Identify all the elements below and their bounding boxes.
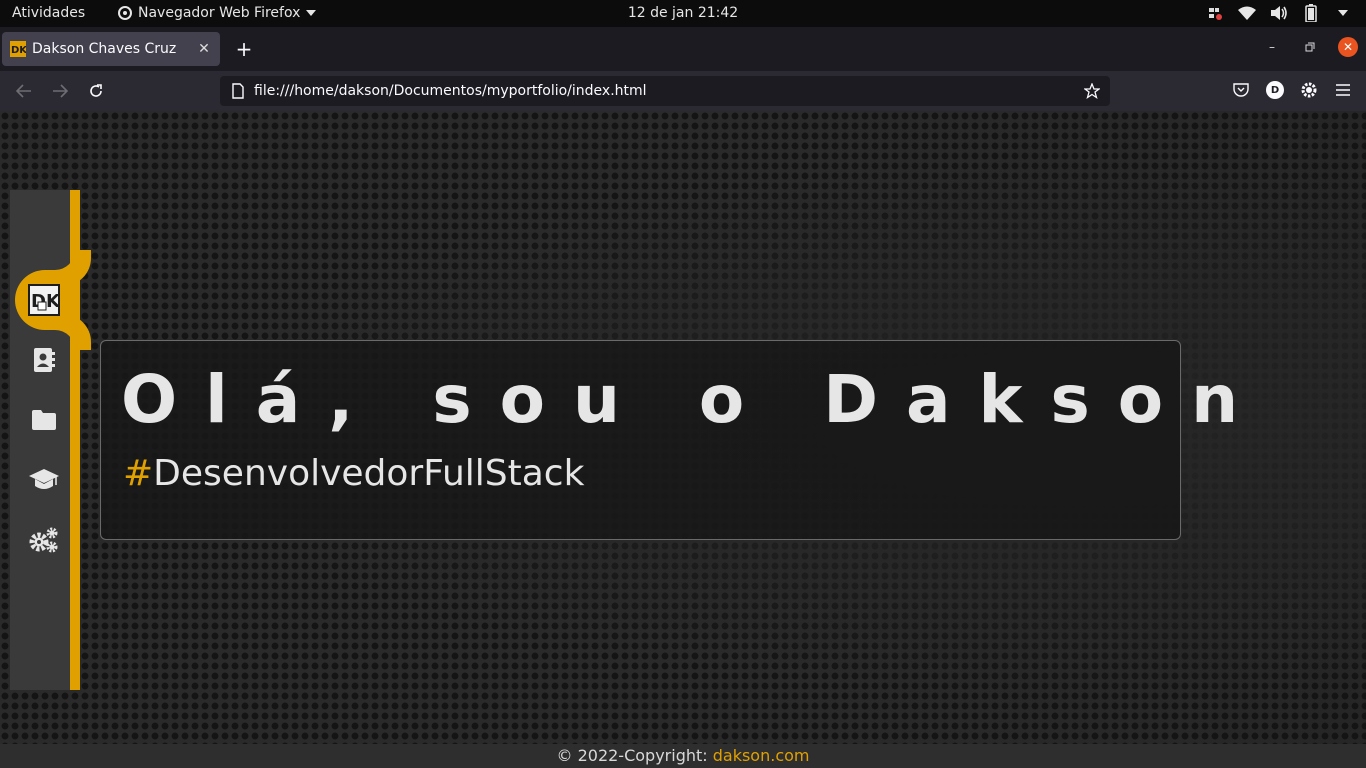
close-window-button[interactable]: ✕ (1338, 37, 1358, 57)
hero-hash: # (123, 453, 154, 494)
sidebar-accent-rail (70, 190, 80, 690)
page-footer: © 2022-Copyright: dakson.com (0, 744, 1366, 768)
app-menu-label: Navegador Web Firefox (138, 5, 301, 21)
volume-icon[interactable] (1270, 4, 1288, 22)
gears-icon (29, 527, 58, 553)
svg-text:DK: DK (11, 45, 26, 56)
sidebar-nav: DK (10, 190, 80, 690)
arrow-left-icon (16, 84, 31, 98)
dk-logo-icon: DK (28, 284, 60, 316)
toolbar-right: D (1232, 81, 1352, 99)
arrow-right-icon (53, 84, 68, 98)
hero-subtitle-text: DesenvolvedorFullStack (153, 453, 585, 494)
folder-icon (32, 410, 56, 430)
restore-icon (1305, 42, 1315, 52)
page-content: DK (0, 111, 1366, 744)
maximize-button[interactable] (1300, 37, 1320, 57)
forward-button[interactable] (50, 81, 70, 101)
sidebar-item-home[interactable]: DK (28, 284, 60, 316)
reload-button[interactable] (86, 81, 106, 101)
page-icon (232, 83, 244, 99)
firefox-icon (118, 6, 132, 20)
hero-title: Olá, sou o Dakson (121, 361, 1267, 438)
back-button[interactable] (14, 81, 34, 101)
hamburger-menu-icon[interactable] (1334, 81, 1352, 99)
new-tab-button[interactable]: + (234, 39, 254, 59)
url-text[interactable]: file:///home/dakson/Documentos/myportfol… (254, 83, 1084, 99)
sidebar-item-skills[interactable] (28, 524, 60, 556)
bookmark-star-icon[interactable] (1084, 83, 1100, 99)
graduation-cap-icon (29, 469, 59, 489)
contact-card-icon (34, 348, 55, 372)
wifi-icon[interactable] (1238, 4, 1256, 22)
dk-favicon-icon: DK (10, 41, 26, 57)
system-top-bar: Atividades Navegador Web Firefox 12 de j… (0, 0, 1366, 27)
url-bar[interactable]: file:///home/dakson/Documentos/myportfol… (220, 76, 1110, 106)
sidebar-item-contact[interactable] (28, 344, 60, 376)
close-icon[interactable]: ✕ (196, 41, 212, 57)
sidebar-item-projects[interactable] (28, 404, 60, 436)
app-indicator-icon[interactable] (1206, 4, 1224, 22)
activities-button[interactable]: Atividades (12, 5, 85, 21)
hero-subtitle: #DesenvolvedorFullStack (123, 453, 584, 494)
system-menu-chevron-icon[interactable] (1334, 4, 1352, 22)
system-tray[interactable] (1206, 4, 1352, 22)
sidebar-item-education[interactable] (28, 464, 60, 496)
reload-icon (90, 84, 102, 97)
minimize-button[interactable]: – (1262, 37, 1282, 57)
app-menu[interactable]: Navegador Web Firefox (118, 5, 317, 21)
footer-copyright: © 2022-Copyright: (556, 746, 713, 765)
tab-active[interactable]: DK Dakson Chaves Cruz ✕ (2, 32, 220, 66)
battery-icon[interactable] (1302, 4, 1320, 22)
tab-title: Dakson Chaves Cruz (32, 41, 177, 57)
chevron-down-icon (306, 10, 317, 16)
extension-gear-icon[interactable] (1300, 81, 1318, 99)
tab-bar: DK Dakson Chaves Cruz ✕ + – ✕ (0, 27, 1366, 71)
account-avatar[interactable]: D (1266, 81, 1284, 99)
footer-link[interactable]: dakson.com (713, 746, 810, 765)
window-controls: – ✕ (1262, 37, 1358, 57)
pocket-icon[interactable] (1232, 81, 1250, 99)
hero-card: Olá, sou o Dakson #DesenvolvedorFullStac… (100, 340, 1238, 540)
navigation-bar: file:///home/dakson/Documentos/myportfol… (0, 71, 1366, 111)
